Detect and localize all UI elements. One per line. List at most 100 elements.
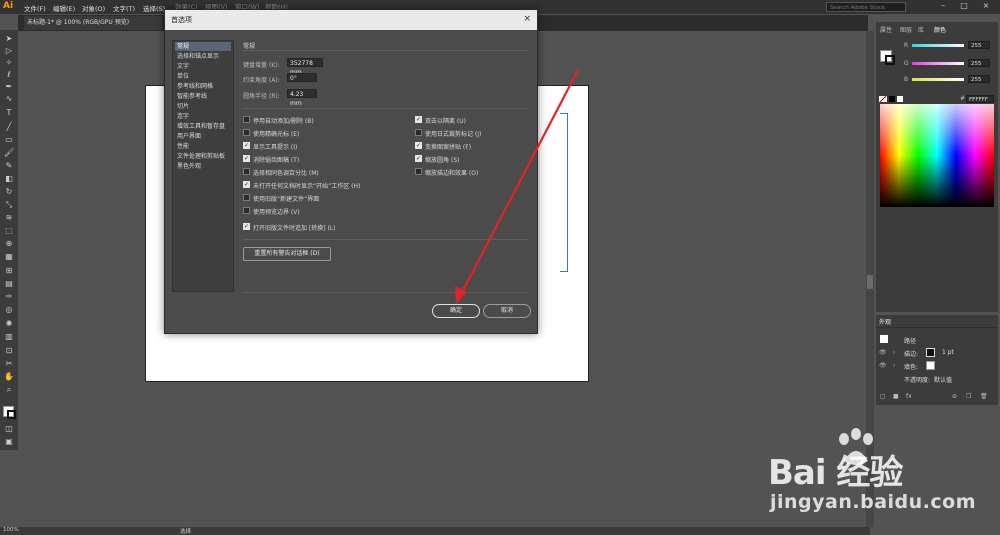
eye-icon-stroke[interactable]: 👁 <box>879 349 887 356</box>
stroke-swatch-small[interactable] <box>926 348 935 357</box>
preview-bounds-checkbox[interactable] <box>243 207 250 214</box>
category-units[interactable]: 单位 <box>175 72 231 81</box>
hand-tool-icon[interactable]: ✋ <box>4 372 14 382</box>
corner-radius-input[interactable]: 4.23 mm <box>287 89 317 107</box>
slice-tool-icon[interactable]: ✂ <box>4 359 14 369</box>
new-fill-icon[interactable]: ■ <box>893 393 899 400</box>
scale-corners-checkbox[interactable]: ✓ <box>415 155 422 162</box>
scale-strokes-effects-checkbox[interactable] <box>415 168 422 175</box>
show-start-workspace-checkbox[interactable]: ✓ <box>243 181 250 188</box>
dialog-close-icon[interactable]: × <box>523 14 531 24</box>
color-spectrum[interactable] <box>880 104 994 207</box>
free-transform-tool-icon[interactable]: ⬚ <box>4 226 14 236</box>
opacity-value[interactable]: 默认值 <box>934 375 952 384</box>
tab-properties[interactable]: 属性 <box>880 25 892 34</box>
red-slider[interactable] <box>912 44 964 47</box>
delete-item-icon[interactable]: 🗑 <box>980 393 988 400</box>
show-tooltips-checkbox[interactable]: ✓ <box>243 142 250 149</box>
japanese-crop-marks-checkbox[interactable] <box>415 129 422 136</box>
minimize-icon[interactable]: – <box>937 1 949 12</box>
eyedropper-tool-icon[interactable]: ✑ <box>4 292 14 302</box>
blend-tool-icon[interactable]: ◎ <box>4 305 14 315</box>
shape-builder-tool-icon[interactable]: ⊕ <box>4 239 14 249</box>
menu-object[interactable]: 对象(O) <box>82 3 105 13</box>
menu-select[interactable]: 选择(S) <box>143 3 165 13</box>
double-click-isolate-checkbox[interactable]: ✓ <box>415 116 422 123</box>
rotate-tool-icon[interactable]: ↻ <box>4 187 14 197</box>
expand-icon-fill[interactable]: › <box>893 362 895 369</box>
stroke-swatch[interactable] <box>7 410 16 419</box>
selected-rounded-rectangle[interactable] <box>560 113 568 272</box>
category-guides-grid[interactable]: 参考线和网格 <box>175 82 231 91</box>
document-tab[interactable]: 未标题-1* @ 100% (RGB/GPU 预览) <box>24 16 162 30</box>
direct-selection-tool-icon[interactable]: ▷ <box>4 46 14 56</box>
category-black-appearance[interactable]: 黑色外观 <box>175 162 231 171</box>
symbol-sprayer-tool-icon[interactable]: ✺ <box>4 319 14 329</box>
stroke-color-swatch[interactable] <box>885 55 895 65</box>
magic-wand-tool-icon[interactable]: ✧ <box>4 58 14 68</box>
category-slices[interactable]: 切片 <box>175 102 231 111</box>
category-user-interface[interactable]: 用户界面 <box>175 132 231 141</box>
black-swatch[interactable] <box>889 96 895 102</box>
paintbrush-tool-icon[interactable]: 🖌 <box>4 148 14 158</box>
keyboard-increment-input[interactable]: 352778 mm <box>287 58 323 76</box>
screen-mode-icon[interactable]: ▣ <box>4 437 14 447</box>
cancel-button[interactable]: 取消 <box>483 304 531 318</box>
gradient-tool-icon[interactable]: ▤ <box>4 279 14 289</box>
menu-type[interactable]: 文字(T) <box>113 3 135 13</box>
category-performance[interactable]: 性能 <box>175 142 231 151</box>
stroke-value[interactable]: 1 pt <box>942 349 954 356</box>
expand-icon-stroke[interactable]: › <box>893 349 895 356</box>
legacy-new-file-checkbox[interactable] <box>243 194 250 201</box>
precise-cursors-checkbox[interactable] <box>243 129 250 136</box>
dialog-title-bar[interactable]: 首选项 <box>165 10 537 30</box>
zoom-tool-icon[interactable]: ⌕ <box>4 385 14 395</box>
column-graph-tool-icon[interactable]: ▥ <box>4 332 14 342</box>
append-convert-checkbox[interactable]: ✓ <box>243 223 250 230</box>
category-hyphenation[interactable]: 连字 <box>175 112 231 121</box>
lasso-tool-icon[interactable]: ℓ <box>4 70 14 80</box>
ok-button[interactable]: 确定 <box>432 304 480 318</box>
zoom-level[interactable]: 100% <box>3 527 19 533</box>
stock-search-input[interactable]: Search Adobe Stock <box>826 2 906 12</box>
fill-swatch-small[interactable] <box>926 361 935 370</box>
scrollbar-thumb[interactable] <box>867 275 873 289</box>
eye-icon-fill[interactable]: 👁 <box>879 362 887 369</box>
reset-warnings-button[interactable]: 重置所有警告对话框 (D) <box>243 247 331 261</box>
blue-value[interactable]: 255 <box>968 75 990 83</box>
shaper-tool-icon[interactable]: ✎ <box>4 161 14 171</box>
menu-edit[interactable]: 编辑(E) <box>53 3 75 13</box>
tab-libraries[interactable]: 库 <box>918 25 924 34</box>
selection-tool-icon[interactable]: ➤ <box>4 34 14 44</box>
disable-auto-add-delete-checkbox[interactable] <box>243 116 250 123</box>
mesh-tool-icon[interactable]: ⊞ <box>4 266 14 276</box>
constrain-angle-input[interactable]: 0° <box>287 73 317 82</box>
line-tool-icon[interactable]: ╱ <box>4 122 14 132</box>
menu-file[interactable]: 文件(F) <box>24 3 46 13</box>
eraser-tool-icon[interactable]: ◧ <box>4 174 14 184</box>
color-mode-icon[interactable]: ◫ <box>4 424 14 434</box>
transform-pattern-tiles-checkbox[interactable]: ✓ <box>415 142 422 149</box>
select-same-tint-checkbox[interactable] <box>243 168 250 175</box>
category-selection-anchor[interactable]: 选择和锚点显示 <box>175 52 231 61</box>
perspective-grid-tool-icon[interactable]: ▦ <box>4 252 14 262</box>
category-type[interactable]: 文字 <box>175 62 231 71</box>
blue-slider[interactable] <box>912 78 964 81</box>
category-plugins-scratch[interactable]: 增效工具和暂存盘 <box>175 122 231 131</box>
effects-icon[interactable]: fx <box>906 393 912 400</box>
category-smart-guides[interactable]: 智能参考线 <box>175 92 231 101</box>
scale-tool-icon[interactable]: ⤡ <box>4 200 14 210</box>
duplicate-item-icon[interactable]: ❐ <box>966 393 971 400</box>
maximize-icon[interactable]: □ <box>958 1 970 12</box>
new-stroke-icon[interactable]: □ <box>880 393 886 400</box>
green-slider[interactable] <box>912 62 964 65</box>
red-value[interactable]: 255 <box>968 41 990 49</box>
category-file-clipboard[interactable]: 文件处理和剪贴板 <box>175 152 231 161</box>
type-tool-icon[interactable]: T <box>4 108 14 118</box>
antialiased-artwork-checkbox[interactable]: ✓ <box>243 155 250 162</box>
pen-tool-icon[interactable]: ✒ <box>4 82 14 92</box>
green-value[interactable]: 255 <box>968 59 990 67</box>
curvature-tool-icon[interactable]: ∿ <box>4 94 14 104</box>
close-window-icon[interactable]: × <box>980 1 992 12</box>
warp-tool-icon[interactable]: ≋ <box>4 213 14 223</box>
